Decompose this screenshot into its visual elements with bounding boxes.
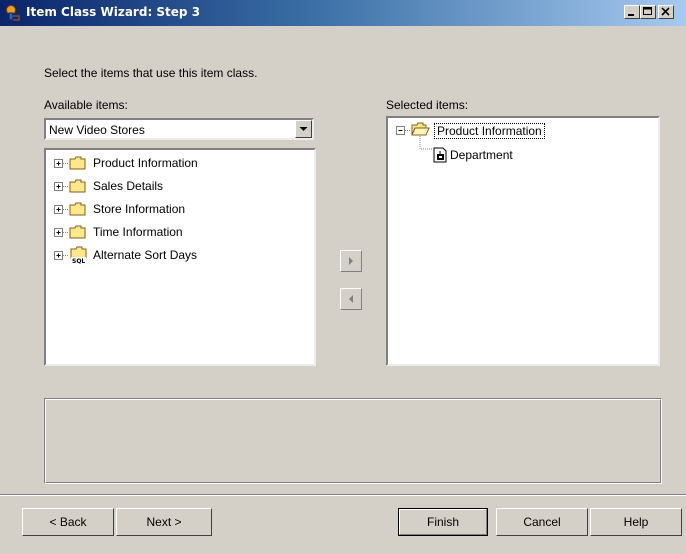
title-bar[interactable]: Item Class Wizard: Step 3 [0,0,686,26]
folder-icon [69,225,86,239]
combo-dropdown-button[interactable] [295,120,312,138]
help-button[interactable]: Help [590,508,682,536]
store-combo[interactable]: New Video Stores [44,118,314,140]
wizard-window: Item Class Wizard: Step 3 Select the ite… [0,0,686,554]
tree-node-label: Product Information [434,123,545,139]
close-icon [661,7,670,16]
back-button[interactable]: < Back [22,508,114,536]
maximize-icon [643,7,652,15]
close-button[interactable] [658,5,674,19]
selected-items-label-text: Selected items: [386,98,469,112]
tree-node-label: Time Information [93,225,183,239]
wizard-app-icon [4,4,22,22]
minimize-icon [628,14,634,16]
selected-items-tree[interactable]: Product Information Department [386,116,660,366]
available-items-label: Available items: [44,98,128,112]
folder-icon [69,156,86,170]
add-item-button[interactable] [340,250,362,272]
remove-item-button[interactable] [340,288,362,310]
folder-icon [69,179,86,193]
available-items-label-text: Available items: [44,98,128,112]
footer-separator [0,494,686,496]
chevron-down-icon [299,127,308,131]
tree-node-label: Store Information [93,202,186,216]
instructions-text: Select the items that use this item clas… [44,66,258,80]
svg-text:SQL: SQL [72,258,85,264]
arrow-left-icon [349,295,353,303]
selected-items-label: Selected items: [386,98,468,112]
tree-node-label: Sales Details [93,179,164,193]
window-title: Item Class Wizard: Step 3 [26,5,201,19]
tree-node-label: Alternate Sort Days [93,248,198,262]
back-button-label: < Back [49,515,87,529]
next-button-label: Next > [146,515,182,529]
minimize-button[interactable] [624,5,640,19]
item-icon [433,147,447,163]
description-box [44,398,662,484]
available-items-tree[interactable]: Product Information Sales Details Store [44,148,316,366]
description-box-inner [45,399,661,483]
folder-icon [69,202,86,216]
tree-node-label: Department [450,148,513,162]
cancel-button-label: Cancel [523,515,561,529]
store-combo-value: New Video Stores [49,123,145,137]
finish-button[interactable]: Finish [398,508,488,536]
arrow-right-icon [349,257,353,265]
maximize-button[interactable] [640,5,656,19]
sql-folder-icon: SQL [70,246,87,264]
tree-node-label: Product Information [93,156,198,170]
cancel-button[interactable]: Cancel [496,508,588,536]
finish-button-label: Finish [426,515,459,529]
help-button-label: Help [623,515,649,529]
next-button[interactable]: Next > [116,508,212,536]
